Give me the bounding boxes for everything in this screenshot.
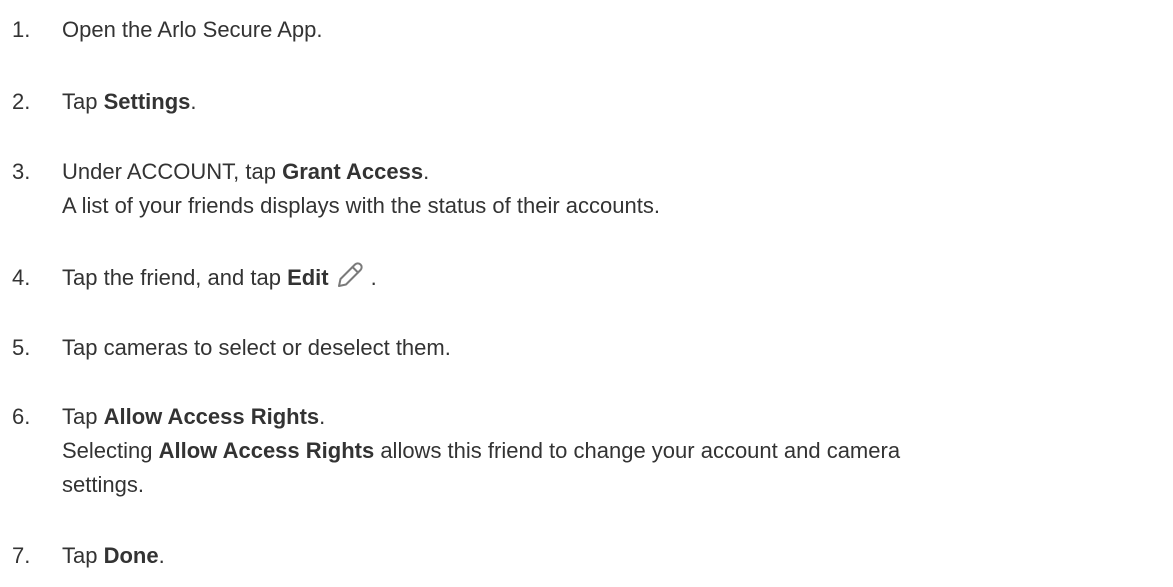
- step-text-pre: Tap the friend, and tap: [62, 265, 288, 290]
- step-number: 1.: [12, 17, 31, 42]
- ui-label-done: Done: [103, 543, 159, 568]
- step-note-post: allows this friend to change your accoun…: [374, 438, 901, 463]
- ui-label-grant-access: Grant Access: [282, 159, 424, 184]
- step-text-pre: Tap: [62, 543, 104, 568]
- step-text-body: Open the Arlo Secure App.: [62, 17, 323, 42]
- pencil-edit-icon: [335, 260, 365, 290]
- step-text: Open the Arlo Secure App.: [62, 13, 1173, 47]
- step-number: 4.: [12, 265, 31, 290]
- step-note: A list of your friends displays with the…: [62, 193, 660, 218]
- step-number: 7.: [12, 543, 31, 568]
- step-number: 5.: [12, 335, 31, 360]
- step-number: 3.: [12, 159, 31, 184]
- step-note-line-2: settings.: [62, 472, 144, 497]
- step-number: 6.: [12, 404, 31, 429]
- step-text-post: .: [190, 89, 197, 114]
- step-number: 2.: [12, 89, 31, 114]
- step-note-line-1: Selecting Allow Access Rights allows thi…: [62, 434, 1173, 468]
- step-text-pre: Under ACCOUNT, tap: [62, 159, 283, 184]
- step-text-body: Tap cameras to select or deselect them.: [62, 335, 451, 360]
- step-note-pre: Selecting: [62, 438, 159, 463]
- step-text-pre: Tap: [62, 404, 104, 429]
- ui-label-allow-access-rights: Allow Access Rights: [103, 404, 320, 429]
- ui-label-settings: Settings: [103, 89, 191, 114]
- ui-label-edit: Edit: [287, 265, 329, 290]
- step-text-post: .: [158, 543, 165, 568]
- step-text: Tap Settings.: [62, 85, 1173, 119]
- step-text: Tap Done.: [62, 539, 1173, 573]
- step-text: Tap the friend, and tap Edit.: [62, 261, 1173, 295]
- ui-label-allow-access-rights-note: Allow Access Rights: [158, 438, 375, 463]
- step-text-post: .: [423, 159, 430, 184]
- step-text-post: .: [370, 265, 377, 290]
- step-text: Tap cameras to select or deselect them.: [62, 331, 1173, 365]
- step-text-pre: Tap: [62, 89, 104, 114]
- step-text: Tap Allow Access Rights.: [62, 400, 1173, 434]
- step-text-post: .: [319, 404, 326, 429]
- step-text: Under ACCOUNT, tap Grant Access.: [62, 155, 1173, 189]
